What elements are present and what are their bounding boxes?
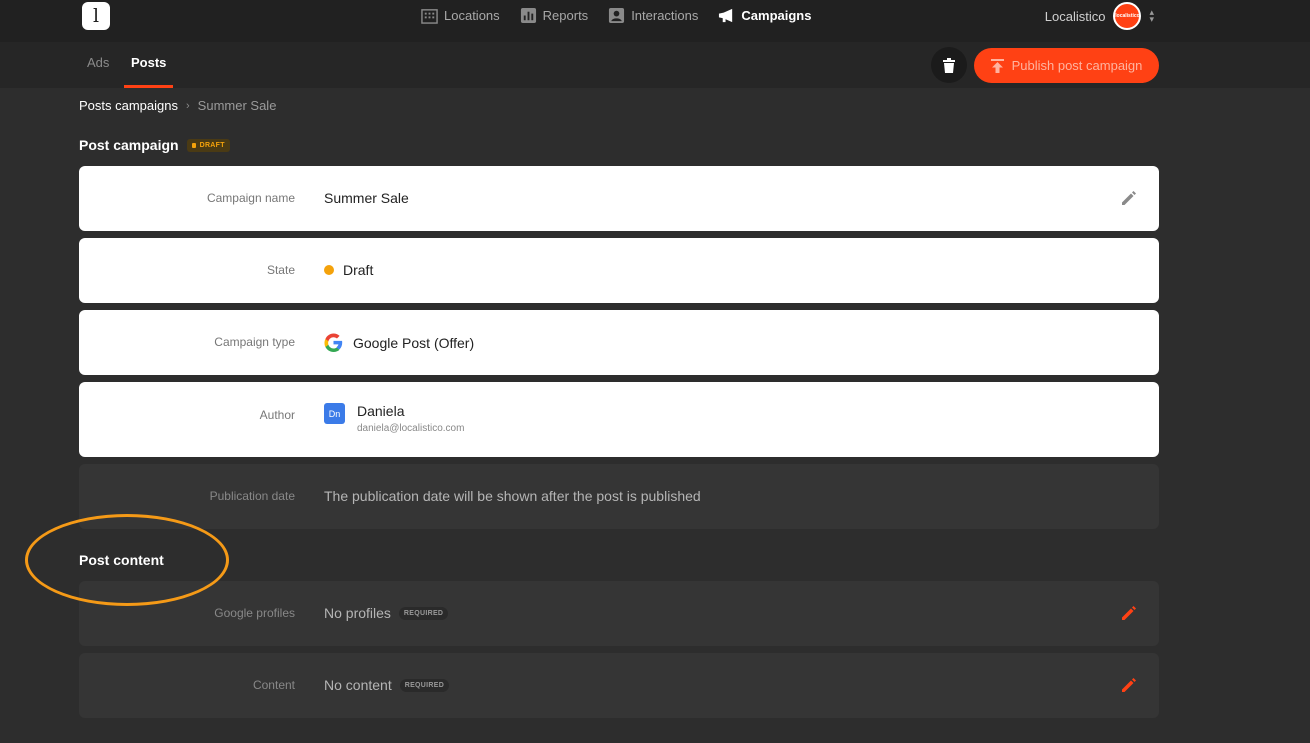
app-logo[interactable]: l: [82, 2, 110, 30]
author-label: Author: [259, 408, 295, 422]
required-badge: REQUIRED: [398, 606, 449, 620]
nav-item-interactions[interactable]: Interactions: [608, 7, 698, 24]
publication-date-value: The publication date will be shown after…: [324, 488, 701, 504]
author-email: daniela@localistico.com: [357, 423, 465, 434]
post-content-title: Post content: [79, 552, 164, 568]
post-campaign-heading: Post campaign DRAFT: [79, 137, 230, 153]
campaign-name-row: Campaign name Summer Sale: [79, 166, 1159, 231]
draft-badge-marker: [191, 142, 196, 148]
account-avatar: localistico: [1113, 2, 1142, 30]
draft-badge: DRAFT: [186, 138, 230, 152]
author-avatar: Dn: [324, 403, 345, 424]
google-icon: [324, 333, 343, 352]
active-tab-indicator: [124, 85, 173, 88]
content-value: No content REQUIRED: [324, 677, 450, 693]
author-row: Author Dn Daniela daniela@localistico.co…: [79, 382, 1159, 457]
nav-label-interactions: Interactions: [631, 7, 699, 23]
draft-badge-label: DRAFT: [199, 141, 225, 149]
nav-label-locations: Locations: [444, 7, 500, 23]
breadcrumb-posts-campaigns[interactable]: Posts campaigns: [79, 98, 178, 113]
publication-date-row: Publication date The publication date wi…: [79, 464, 1159, 529]
megaphone-icon: [719, 8, 733, 22]
nav-item-reports[interactable]: Reports: [520, 7, 589, 24]
campaign-type-value: Google Post (Offer): [324, 333, 474, 352]
publish-post-campaign-button[interactable]: Publish post campaign: [974, 48, 1159, 83]
pencil-icon[interactable]: [1119, 675, 1139, 695]
tab-ads[interactable]: Ads: [87, 55, 109, 70]
google-profiles-row: Google profiles No profiles REQUIRED: [79, 581, 1159, 646]
pencil-icon[interactable]: [1119, 603, 1139, 623]
content-row: Content No content REQUIRED: [79, 653, 1159, 718]
author-value: Dn Daniela daniela@localistico.com: [324, 403, 464, 434]
publication-date-label: Publication date: [209, 489, 295, 503]
nav-item-locations[interactable]: Locations: [421, 7, 500, 24]
breadcrumb-current: Summer Sale: [197, 98, 277, 113]
author-details: Daniela daniela@localistico.com: [357, 403, 464, 434]
draft-status-dot: [324, 265, 334, 275]
nav-label-campaigns: Campaigns: [741, 7, 812, 23]
pencil-icon[interactable]: [1119, 188, 1139, 208]
google-profiles-label: Google profiles: [214, 606, 295, 620]
content-label: Content: [252, 678, 295, 692]
tab-posts[interactable]: Posts: [131, 55, 166, 70]
upload-icon: [990, 58, 1004, 73]
author-name: Daniela: [357, 403, 405, 419]
nav-label-reports: Reports: [542, 7, 589, 23]
account-name: Localistico: [1044, 8, 1106, 24]
campaign-type-row: Campaign type Google Post (Offer): [79, 310, 1159, 375]
state-label: State: [266, 263, 295, 277]
sub-navigation-bar: Ads Posts Publish post campaign: [0, 42, 1310, 88]
state-row: State Draft: [79, 238, 1159, 303]
state-value: Draft: [324, 262, 373, 278]
campaign-type-label: Campaign type: [214, 335, 295, 349]
google-profiles-text: No profiles: [324, 605, 391, 621]
main-nav: Locations Reports Interactions Campaigns: [421, 0, 811, 30]
google-profiles-value: No profiles REQUIRED: [324, 605, 449, 621]
content-text: No content: [324, 677, 392, 693]
campaign-name-value: Summer Sale: [324, 190, 409, 206]
required-badge: REQUIRED: [399, 678, 450, 692]
delete-campaign-button[interactable]: [931, 47, 967, 83]
chevron-right-icon: ›: [186, 99, 190, 112]
building-icon: [421, 8, 438, 24]
publish-label: Publish post campaign: [1011, 58, 1143, 73]
top-navigation-bar: l Locations Reports Interactions Campaig…: [0, 0, 1310, 42]
chevron-up-down-icon: ▴ ▾: [1149, 7, 1154, 24]
state-text: Draft: [343, 262, 374, 278]
post-content-heading: Post content: [79, 552, 164, 568]
bar-chart-icon: [520, 7, 536, 23]
account-switcher[interactable]: Localistico localistico ▴ ▾: [1045, 2, 1154, 30]
trash-icon: [943, 57, 955, 73]
post-campaign-title: Post campaign: [79, 137, 179, 153]
campaign-name-label: Campaign name: [206, 191, 295, 205]
person-card-icon: [609, 7, 625, 23]
breadcrumb: Posts campaigns › Summer Sale: [79, 98, 276, 113]
nav-item-campaigns[interactable]: Campaigns: [718, 7, 811, 24]
campaign-type-text: Google Post (Offer): [353, 334, 475, 351]
